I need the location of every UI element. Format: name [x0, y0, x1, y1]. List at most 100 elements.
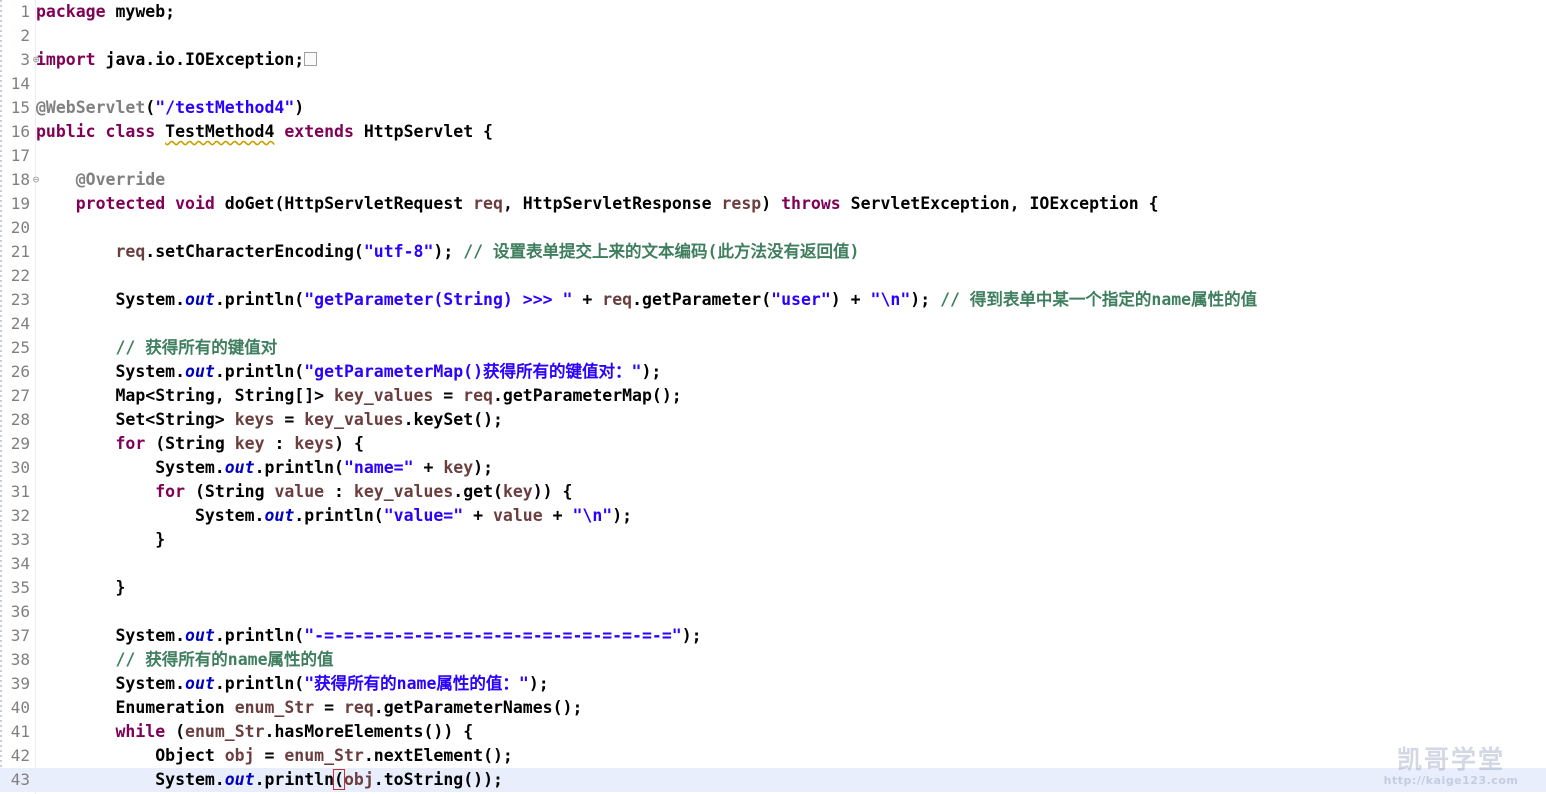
- code-line[interactable]: 38 // 获得所有的name属性的值: [0, 648, 1546, 672]
- token-pln: myweb;: [105, 2, 176, 21]
- token-pln: .get(: [453, 482, 503, 501]
- token-fld: out: [224, 458, 255, 477]
- token-str: "\n": [870, 290, 911, 309]
- code-line[interactable]: 31 for (String value : key_values.get(ke…: [0, 480, 1546, 504]
- code-text[interactable]: import java.io.IOException;: [36, 48, 318, 72]
- code-line[interactable]: 18 ⊖ @Override: [0, 168, 1546, 192]
- code-text[interactable]: protected void doGet(HttpServletRequest …: [36, 192, 1159, 216]
- token-ann: @Override: [36, 170, 166, 189]
- token-par: obj: [224, 746, 255, 765]
- token-pln: .setCharacterEncoding(: [145, 242, 364, 261]
- code-line[interactable]: 22: [0, 264, 1546, 288]
- code-line[interactable]: 17: [0, 144, 1546, 168]
- code-line[interactable]: 26 System.out.println("getParameterMap()…: [0, 360, 1546, 384]
- code-text[interactable]: // 获得所有的键值对: [36, 336, 277, 360]
- code-line[interactable]: 34: [0, 552, 1546, 576]
- code-text[interactable]: Enumeration enum_Str = req.getParameterN…: [36, 696, 582, 720]
- token-pln: );: [473, 458, 494, 477]
- code-line[interactable]: 32 System.out.println("value=" + value +…: [0, 504, 1546, 528]
- code-text[interactable]: public class TestMethod4 extends HttpSer…: [36, 120, 493, 144]
- token-pln: HttpServlet {: [353, 122, 493, 141]
- code-text[interactable]: package myweb;: [36, 0, 175, 24]
- code-line[interactable]: 42 Object obj = enum_Str.nextElement();: [0, 744, 1546, 768]
- code-editor[interactable]: 1 package myweb; 2 3 ⊕ import java.io.IOExcep…: [0, 0, 1546, 794]
- code-text[interactable]: }: [36, 576, 125, 600]
- code-line[interactable]: 41 while (enum_Str.hasMoreElements()) {: [0, 720, 1546, 744]
- token-par: enum_Str: [185, 722, 265, 741]
- token-pln: [274, 122, 284, 141]
- code-text[interactable]: System.out.println(obj.toString());: [36, 768, 503, 792]
- code-line[interactable]: 33 }: [0, 528, 1546, 552]
- line-number: 34: [10, 554, 30, 573]
- token-par: req: [602, 290, 633, 309]
- token-kw: package: [36, 2, 106, 21]
- line-number: 26: [10, 362, 30, 381]
- token-fld: out: [224, 770, 255, 789]
- code-text[interactable]: System.out.println("getParameterMap()获得所…: [36, 360, 661, 384]
- token-ann: @WebServlet: [36, 98, 146, 117]
- collapsed-imports-icon[interactable]: [304, 51, 318, 66]
- code-line[interactable]: 29 for (String key : keys) {: [0, 432, 1546, 456]
- code-line[interactable]: 25 // 获得所有的键值对: [0, 336, 1546, 360]
- code-line[interactable]: 35 }: [0, 576, 1546, 600]
- code-text[interactable]: System.out.println("value=" + value + "\…: [36, 504, 632, 528]
- code-text[interactable]: while (enum_Str.hasMoreElements()) {: [36, 720, 473, 744]
- code-line[interactable]: 27 Map<String, String[]> key_values = re…: [0, 384, 1546, 408]
- code-line[interactable]: 39 System.out.println("获得所有的name属性的值：");: [0, 672, 1546, 696]
- token-par: req: [473, 194, 503, 213]
- code-text[interactable]: // 获得所有的name属性的值: [36, 648, 333, 672]
- code-line[interactable]: 21 req.setCharacterEncoding("utf-8"); //…: [0, 240, 1546, 264]
- code-text[interactable]: Map<String, String[]> key_values = req.g…: [36, 384, 681, 408]
- code-text[interactable]: }: [36, 528, 165, 552]
- code-text[interactable]: System.out.println("-=-=-=-=-=-=-=-=-=-=…: [36, 624, 701, 648]
- class-name-warning: TestMethod4: [165, 122, 275, 141]
- code-line[interactable]: 19 protected void doGet(HttpServletReque…: [0, 192, 1546, 216]
- token-pln: =: [433, 386, 464, 405]
- code-line[interactable]: 24: [0, 312, 1546, 336]
- token-pln: .println: [254, 770, 335, 789]
- token-pln: ) {: [334, 434, 364, 453]
- line-number: 3: [20, 50, 30, 69]
- token-pln: (: [165, 722, 186, 741]
- code-text[interactable]: req.setCharacterEncoding("utf-8"); // 设置…: [36, 240, 859, 264]
- code-text[interactable]: System.out.println("获得所有的name属性的值：");: [36, 672, 548, 696]
- code-lines-container[interactable]: 1 package myweb; 2 3 ⊕ import java.io.IOExcep…: [0, 0, 1546, 792]
- token-pln: .toString());: [373, 770, 503, 789]
- code-line[interactable]: 36: [0, 600, 1546, 624]
- code-line[interactable]: 2: [0, 24, 1546, 48]
- code-text[interactable]: @Override: [36, 168, 165, 192]
- code-line[interactable]: 1 package myweb;: [0, 0, 1546, 24]
- bracket-match-highlight: (: [333, 769, 345, 790]
- code-line[interactable]: 3 ⊕ import java.io.IOException;: [0, 48, 1546, 72]
- code-line[interactable]: 28 Set<String> keys = key_values.keySet(…: [0, 408, 1546, 432]
- code-line[interactable]: 16 public class TestMethod4 extends HttpS…: [0, 120, 1546, 144]
- code-line[interactable]: 30 System.out.println("name=" + key);: [0, 456, 1546, 480]
- token-pln: =: [314, 698, 344, 717]
- code-line[interactable]: 23 System.out.println("getParameter(Stri…: [0, 288, 1546, 312]
- line-number: 16: [10, 122, 30, 141]
- code-line[interactable]: 37 System.out.println("-=-=-=-=-=-=-=-=-…: [0, 624, 1546, 648]
- code-line[interactable]: 40 Enumeration enum_Str = req.getParamet…: [0, 696, 1546, 720]
- code-text[interactable]: for (String key : keys) {: [36, 432, 364, 456]
- code-line[interactable]: 14: [0, 72, 1546, 96]
- code-text[interactable]: for (String value : key_values.get(key))…: [36, 480, 572, 504]
- token-str: "\n": [572, 506, 613, 525]
- token-pln: .keySet();: [403, 410, 503, 429]
- line-number: 30: [10, 458, 30, 477]
- code-text[interactable]: Object obj = enum_Str.nextElement();: [36, 744, 513, 768]
- code-text[interactable]: Set<String> keys = key_values.keySet();: [36, 408, 503, 432]
- code-line[interactable]: 15 @WebServlet("/testMethod4"): [0, 96, 1546, 120]
- token-pln: (: [145, 98, 156, 117]
- code-line[interactable]: 20: [0, 216, 1546, 240]
- token-pln: .println(: [254, 458, 344, 477]
- code-text[interactable]: @WebServlet("/testMethod4"): [36, 96, 304, 120]
- token-kw: while: [115, 722, 166, 741]
- line-number: 32: [10, 506, 30, 525]
- token-pln: [36, 194, 76, 213]
- line-number: 14: [10, 74, 30, 93]
- token-str: "获得所有的name属性的值：": [304, 674, 529, 693]
- code-line[interactable]: 43 System.out.println(obj.toString());: [0, 768, 1546, 792]
- line-number: 15: [10, 98, 30, 117]
- code-text[interactable]: System.out.println("getParameter(String)…: [36, 288, 1257, 312]
- code-text[interactable]: System.out.println("name=" + key);: [36, 456, 493, 480]
